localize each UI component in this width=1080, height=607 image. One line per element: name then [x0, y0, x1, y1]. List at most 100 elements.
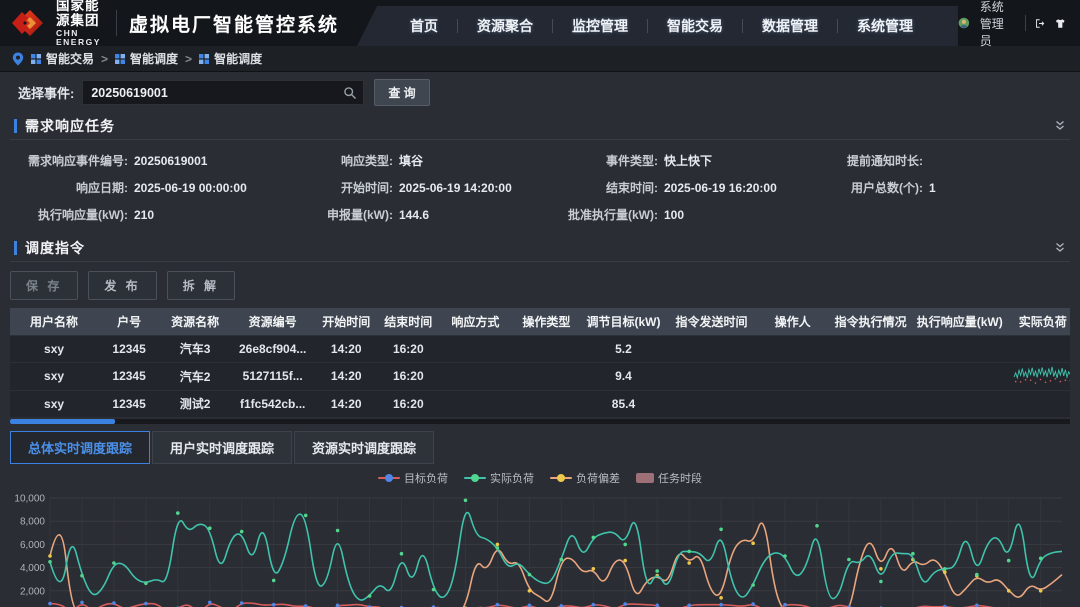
dispatch-button-1[interactable]: 保 存 — [10, 271, 78, 300]
table-cell — [1006, 390, 1070, 417]
table-cell — [439, 362, 511, 390]
column-header-6: 结束时间 — [377, 308, 439, 335]
table-cell — [511, 390, 581, 417]
table-row[interactable]: sxy12345汽车25127115f...14:2016:209.4 — [10, 362, 1070, 390]
field-5: 响应日期:2025-06-19 00:00:00 — [10, 174, 275, 201]
legend-item-3[interactable]: 负荷偏差 — [550, 470, 620, 486]
dispatch-button-3[interactable]: 拆 解 — [167, 271, 235, 300]
user-avatar[interactable] — [958, 13, 970, 33]
column-header-5: 开始时间 — [315, 308, 377, 335]
column-header-1: 用户名称 — [10, 308, 98, 335]
field-2: 响应类型:填谷 — [275, 147, 540, 174]
org-name-en: CHN ENERGY — [56, 29, 104, 48]
table-cell: 汽车3 — [160, 335, 230, 362]
table-scrollbar-thumb[interactable] — [10, 419, 115, 424]
table-header-row: 用户名称户号资源名称资源编号开始时间结束时间响应方式操作类型调节目标(kW)指令… — [10, 308, 1070, 335]
field-label: 批准执行量(kW): — [540, 206, 658, 223]
legend-label: 负荷偏差 — [576, 470, 620, 486]
column-header-11: 操作人 — [758, 308, 828, 335]
column-header-13: 执行响应量(kW) — [914, 308, 1006, 335]
table-cell — [511, 335, 581, 362]
legend-line-glyph — [550, 474, 572, 482]
svg-text:10,000: 10,000 — [14, 494, 45, 505]
query-button[interactable]: 查 询 — [374, 79, 429, 106]
nav-item-6[interactable]: 系统管理 — [838, 16, 932, 36]
tab-3[interactable]: 资源实时调度跟踪 — [294, 431, 434, 464]
table-cell — [1006, 362, 1070, 390]
nav-item-2[interactable]: 资源聚合 — [458, 16, 552, 36]
table-cell: 26e8cf904... — [230, 335, 315, 362]
table-cell — [665, 335, 757, 362]
field-value: 填谷 — [399, 152, 423, 169]
user-name: 系统管理员 — [980, 0, 1015, 49]
grid-icon — [199, 54, 209, 64]
table-cell: sxy — [10, 335, 98, 362]
tab-1[interactable]: 总体实时调度跟踪 — [10, 431, 150, 464]
nav-item-5[interactable]: 数据管理 — [743, 16, 837, 36]
table-cell: f1fc542cb... — [230, 390, 315, 417]
grid-icon — [31, 54, 41, 64]
table-cell — [828, 390, 914, 417]
command-table-clip: 用户名称户号资源名称资源编号开始时间结束时间响应方式操作类型调节目标(kW)指令… — [10, 308, 1070, 417]
command-table: 用户名称户号资源名称资源编号开始时间结束时间响应方式操作类型调节目标(kW)指令… — [10, 308, 1070, 417]
table-head: 用户名称户号资源名称资源编号开始时间结束时间响应方式操作类型调节目标(kW)指令… — [10, 308, 1070, 335]
tab-2[interactable]: 用户实时调度跟踪 — [152, 431, 292, 464]
table-cell — [511, 362, 581, 390]
main-nav: 首页资源聚合监控管理智能交易数据管理系统管理 — [357, 6, 958, 46]
field-3: 事件类型:快上快下 — [540, 147, 805, 174]
table-cell — [758, 362, 828, 390]
table-cell — [828, 335, 914, 362]
org-name-block: 国家能源集团 CHN ENERGY — [56, 0, 104, 47]
field-value: 快上快下 — [664, 152, 712, 169]
header-right: 系统管理员 — [958, 0, 1066, 49]
table-cell: 14:20 — [315, 362, 377, 390]
dispatch-buttons-row: 保 存发 布拆 解 — [10, 262, 1070, 308]
table-cell: 16:20 — [377, 390, 439, 417]
field-label: 用户总数(个): — [805, 179, 923, 196]
breadcrumb-item-1[interactable]: 智能交易 — [31, 50, 94, 67]
event-select-input[interactable] — [89, 85, 343, 101]
legend-line-glyph — [464, 474, 486, 482]
demand-fields-grid: 需求响应事件编号:20250619001响应类型:填谷事件类型:快上快下提前通知… — [10, 140, 1070, 232]
nav-item-3[interactable]: 监控管理 — [553, 16, 647, 36]
legend-band-swatch — [636, 473, 654, 483]
breadcrumb-separator: > — [185, 52, 192, 66]
field-label: 提前通知时长: — [805, 152, 923, 169]
column-header-7: 响应方式 — [439, 308, 511, 335]
svg-text:6,000: 6,000 — [20, 540, 45, 551]
breadcrumb-item-2[interactable]: 智能调度 — [115, 50, 178, 67]
theme-shirt-icon[interactable] — [1055, 15, 1066, 32]
event-input-wrap — [82, 80, 364, 105]
breadcrumb-item-3[interactable]: 智能调度 — [199, 50, 262, 67]
collapse-chevron-icon[interactable] — [1054, 120, 1066, 132]
dispatch-button-2[interactable]: 发 布 — [88, 271, 156, 300]
app-header: 国家能源集团 CHN ENERGY 虚拟电厂智能管控系统 首页资源聚合监控管理智… — [0, 0, 1080, 46]
legend-dot — [557, 474, 565, 482]
nav-item-1[interactable]: 首页 — [391, 16, 457, 36]
column-header-8: 操作类型 — [511, 308, 581, 335]
tracking-tabs: 总体实时调度跟踪用户实时调度跟踪资源实时调度跟踪 — [10, 431, 1070, 464]
field-7: 结束时间:2025-06-19 16:20:00 — [540, 174, 805, 201]
column-header-4: 资源编号 — [230, 308, 315, 335]
nav-item-4[interactable]: 智能交易 — [648, 16, 742, 36]
column-header-14: 实际负荷 — [1006, 308, 1070, 335]
field-9: 执行响应量(kW):210 — [10, 201, 275, 228]
svg-text:4,000: 4,000 — [20, 563, 45, 574]
header-divider — [116, 10, 117, 36]
legend-item-2[interactable]: 实际负荷 — [464, 470, 534, 486]
legend-item-4[interactable]: 任务时段 — [636, 470, 702, 486]
column-header-12: 指令执行情况 — [828, 308, 914, 335]
field-label: 需求响应事件编号: — [10, 152, 128, 169]
breadcrumb: 智能交易>智能调度>智能调度 — [0, 46, 1080, 72]
column-header-2: 户号 — [98, 308, 160, 335]
legend-item-1[interactable]: 目标负荷 — [378, 470, 448, 486]
table-cell — [439, 335, 511, 362]
collapse-chevron-icon[interactable] — [1054, 242, 1066, 254]
table-row[interactable]: sxy12345测试2f1fc542cb...14:2016:2085.4 — [10, 390, 1070, 417]
logout-icon[interactable] — [1035, 15, 1045, 32]
table-cell — [914, 390, 1006, 417]
search-icon[interactable] — [343, 86, 357, 100]
table-row[interactable]: sxy12345汽车326e8cf904...14:2016:205.2 — [10, 335, 1070, 362]
chn-energy-logo-icon — [10, 8, 50, 38]
table-cell — [665, 390, 757, 417]
